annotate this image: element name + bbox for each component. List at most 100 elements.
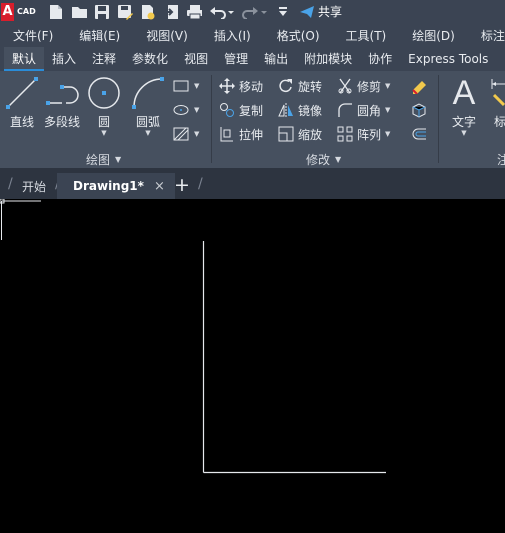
scale-tool[interactable]: 缩放 [277, 125, 322, 143]
close-tab-icon[interactable]: × [154, 179, 165, 194]
modify-panel-caret-icon: ▼ [335, 155, 342, 164]
draw-panel-caret-icon: ▼ [115, 155, 122, 164]
publish-icon[interactable] [140, 4, 156, 20]
drawing-canvas[interactable] [0, 198, 505, 533]
menu-draw[interactable]: 绘图(D) [399, 27, 468, 44]
menu-format[interactable]: 格式(O) [264, 27, 333, 44]
copy-icon [218, 101, 236, 119]
copy-label: 复制 [239, 103, 264, 118]
scale-icon [277, 125, 295, 143]
array-tool[interactable]: 阵列 ▼ [336, 125, 390, 143]
copy-tool[interactable]: 复制 [218, 101, 263, 119]
arc-dropdown-icon[interactable]: ▼ [145, 129, 150, 137]
text-icon: A [452, 73, 476, 112]
stretch-tool[interactable]: 拉伸 [218, 125, 263, 143]
drawing1-tab[interactable]: Drawing1* × [57, 173, 175, 199]
dimension-icon [488, 75, 505, 111]
menu-file[interactable]: 文件(F) [0, 27, 66, 44]
fillet-tool[interactable]: 圆角 ▼ [336, 101, 390, 119]
hatch-dropdown-icon[interactable]: ▼ [194, 130, 199, 138]
menu-insert[interactable]: 插入(I) [201, 27, 264, 44]
stretch-icon [218, 125, 236, 143]
ellipse-tool[interactable]: ▼ [172, 101, 199, 119]
text-tool[interactable]: A 文字 ▼ [446, 73, 482, 138]
ribbon-tab-bar: 默认 插入 注释 参数化 视图 管理 输出 附加模块 协作 Express To… [0, 47, 505, 71]
tab-manage[interactable]: 管理 [216, 47, 256, 71]
rotate-label: 旋转 [298, 79, 323, 94]
circle-label: 圆 [97, 115, 110, 129]
erase-tool[interactable] [410, 77, 428, 95]
tab-collaborate[interactable]: 协作 [360, 47, 400, 71]
hatch-icon [172, 125, 190, 143]
explode-tool[interactable] [410, 101, 428, 119]
dimension-label: 标注 [493, 115, 505, 129]
annotation-panel-title[interactable]: 注 [497, 151, 505, 168]
tab-output[interactable]: 输出 [256, 47, 296, 71]
share-icon [300, 5, 314, 18]
offset-tool[interactable] [410, 125, 428, 143]
line-label: 直线 [9, 115, 34, 129]
share-button[interactable]: 共享 [299, 3, 342, 20]
text-label: 文字 [451, 115, 476, 129]
modify-panel-title[interactable]: 修改 ▼ [306, 151, 341, 168]
new-tab-button[interactable]: + [174, 174, 190, 196]
dimension-tool[interactable]: 标注 [488, 75, 505, 130]
tab-view[interactable]: 视图 [176, 47, 216, 71]
arc-label: 圆弧 [135, 115, 160, 129]
menu-edit[interactable]: 编辑(E) [66, 27, 133, 44]
array-icon [336, 125, 354, 143]
canvas-drawing [0, 198, 386, 474]
tab-parametric[interactable]: 参数化 [124, 47, 176, 71]
tab-insert[interactable]: 插入 [44, 47, 84, 71]
array-dropdown-icon[interactable]: ▼ [385, 130, 390, 138]
trim-tool[interactable]: 修剪 ▼ [336, 77, 390, 95]
circle-dropdown-icon[interactable]: ▼ [101, 129, 106, 137]
print-icon[interactable] [186, 4, 202, 20]
fillet-dropdown-icon[interactable]: ▼ [385, 106, 390, 114]
tab-express-tools[interactable]: Express Tools [400, 47, 496, 71]
tab-annotate[interactable]: 注释 [84, 47, 124, 71]
draw-panel-title-text: 绘图 [86, 153, 111, 167]
new-file-icon[interactable] [48, 4, 64, 20]
line-tool[interactable]: 直线 [4, 75, 40, 130]
offset-icon [410, 125, 428, 143]
panel-divider [438, 75, 439, 163]
redo-icon[interactable] [242, 4, 268, 20]
scale-label: 缩放 [298, 127, 323, 142]
rotate-tool[interactable]: 旋转 [277, 77, 322, 95]
rectangle-dropdown-icon[interactable]: ▼ [194, 82, 199, 90]
save-as-icon[interactable] [117, 4, 133, 20]
hatch-tool[interactable]: ▼ [172, 125, 199, 143]
move-tool[interactable]: 移动 [218, 77, 263, 95]
export-icon[interactable] [163, 4, 179, 20]
mirror-tool[interactable]: 镜像 [277, 101, 322, 119]
menu-dimension[interactable]: 标注(N) [468, 27, 505, 44]
menu-tools[interactable]: 工具(T) [333, 27, 400, 44]
tab-default[interactable]: 默认 [4, 47, 45, 71]
arc-tool[interactable]: 圆弧 ▼ [130, 75, 166, 137]
menu-view[interactable]: 视图(V) [133, 27, 201, 44]
ellipse-dropdown-icon[interactable]: ▼ [194, 106, 199, 114]
move-label: 移动 [239, 79, 264, 94]
polyline-tool[interactable]: 多段线 [44, 75, 80, 130]
customize-toolbar-icon[interactable] [275, 4, 291, 20]
open-folder-icon[interactable] [71, 4, 87, 20]
text-dropdown-icon[interactable]: ▼ [461, 129, 466, 137]
trim-dropdown-icon[interactable]: ▼ [385, 82, 390, 90]
rectangle-tool[interactable]: ▼ [172, 77, 199, 95]
undo-icon[interactable] [209, 4, 235, 20]
tab-addins[interactable]: 附加模块 [296, 47, 360, 71]
app-logo-text: CAD [17, 7, 36, 16]
share-label: 共享 [318, 5, 343, 19]
circle-icon [86, 75, 122, 111]
draw-panel-title[interactable]: 绘图 ▼ [86, 151, 121, 168]
start-tab[interactable]: 开始 [22, 173, 46, 199]
circle-tool[interactable]: 圆 ▼ [86, 75, 122, 137]
app-logo[interactable]: A CAD [1, 1, 41, 22]
menu-bar: 文件(F) 编辑(E) 视图(V) 插入(I) 格式(O) 工具(T) 绘图(D… [0, 23, 505, 47]
ellipse-icon [172, 101, 190, 119]
array-label: 阵列 [357, 127, 382, 142]
annotation-panel-title-text: 注 [497, 153, 505, 167]
start-tab-label: 开始 [22, 179, 47, 194]
save-icon[interactable] [94, 4, 110, 20]
